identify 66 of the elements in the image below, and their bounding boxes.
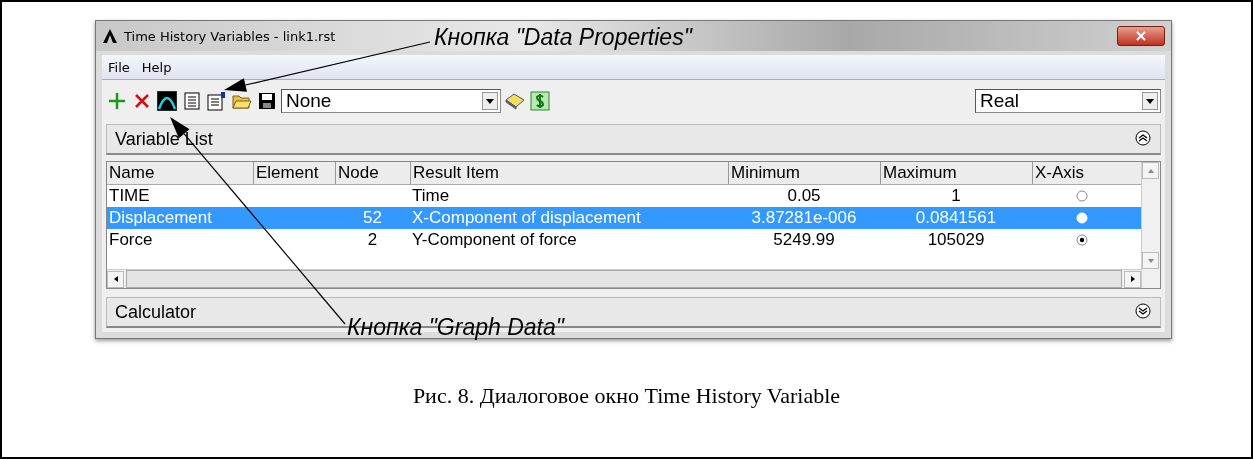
right-arrow-icon	[1130, 276, 1135, 282]
menu-item[interactable]: Help	[141, 59, 172, 75]
variable-dropdown[interactable]: None	[281, 89, 501, 113]
chevron-down-icon	[1135, 303, 1151, 319]
table-cell: X-Component of displacement	[412, 208, 641, 227]
plus-icon	[108, 92, 126, 110]
table-cell: TIME	[109, 186, 150, 205]
column-header[interactable]: Node	[335, 162, 410, 184]
caret-icon	[486, 98, 494, 104]
down-arrow-icon	[1147, 258, 1154, 263]
table-cell: 0.05	[787, 186, 821, 205]
close-icon	[1136, 31, 1146, 41]
delete-icon	[134, 93, 150, 109]
close-button[interactable]	[1117, 26, 1165, 46]
column-header[interactable]: Minimum	[728, 162, 880, 184]
app-logo-icon	[102, 28, 118, 44]
scroll-right-button[interactable]	[1124, 270, 1141, 288]
properties-icon	[207, 91, 227, 111]
folder-icon	[232, 92, 252, 110]
scroll-up-button[interactable]	[1142, 162, 1159, 179]
table-cell: Displacement	[109, 208, 212, 227]
caret-icon	[1146, 98, 1154, 104]
left-arrow-icon	[113, 276, 118, 282]
table-cell: 1	[951, 186, 961, 205]
column-header[interactable]: X-Axis	[1032, 162, 1132, 184]
window-title: Time History Variables - link1.rst	[124, 28, 336, 44]
radio-button[interactable]	[1076, 190, 1088, 202]
scroll-thumb[interactable]	[126, 270, 1122, 288]
table-cell: Force	[109, 230, 153, 249]
section-title: Variable List	[115, 128, 214, 150]
graph-icon	[157, 91, 177, 111]
table-cell: Y-Component of force	[412, 230, 577, 249]
expand-button[interactable]	[1134, 303, 1152, 321]
column-header[interactable]: Result Item	[410, 162, 728, 184]
scroll-left-button[interactable]	[107, 270, 124, 288]
table-cell: 52	[363, 208, 382, 227]
dollar-icon	[530, 91, 550, 111]
format-dropdown[interactable]: Real	[975, 89, 1161, 113]
figure-caption: Рис. 8. Диалоговое окно Time History Variable	[412, 383, 841, 408]
toolbar-button[interactable]	[256, 90, 278, 112]
up-arrow-icon	[1147, 168, 1154, 173]
dropdown-button[interactable]	[482, 92, 498, 110]
table-cell: 0.0841561	[915, 208, 997, 227]
column-header[interactable]: Name	[107, 162, 253, 184]
collapse-button[interactable]	[1134, 130, 1152, 148]
annotation-label: Кнопка "Graph Data"	[347, 314, 564, 341]
eraser-icon	[504, 92, 526, 110]
table-row[interactable]: TIME Time 0.05 1	[107, 185, 1141, 207]
table-cell: Time	[412, 186, 450, 205]
toolbar-button[interactable]	[156, 90, 178, 112]
table-cell: 2	[367, 230, 378, 249]
floppy-icon	[258, 92, 276, 110]
list-icon	[184, 92, 200, 110]
menu-item[interactable]: File	[108, 59, 130, 75]
column-header[interactable]: Maximum	[880, 162, 1032, 184]
section-title: Calculator	[115, 301, 198, 323]
annotation-label: Кнопка "Data Properties"	[434, 24, 692, 51]
table-cell: 105029	[927, 230, 985, 249]
radio-button[interactable]	[1076, 234, 1088, 246]
table-row[interactable]: Force 2 Y-Component of force 5249.99 105029	[107, 229, 1141, 251]
chevron-up-icon	[1135, 130, 1151, 146]
toolbar-button[interactable]	[206, 90, 228, 112]
dropdown-button[interactable]	[1142, 92, 1158, 110]
table-cell: 5249.99	[773, 230, 835, 249]
column-header[interactable]: Element	[253, 162, 335, 184]
table-cell: 3.87281e-006	[751, 208, 857, 227]
